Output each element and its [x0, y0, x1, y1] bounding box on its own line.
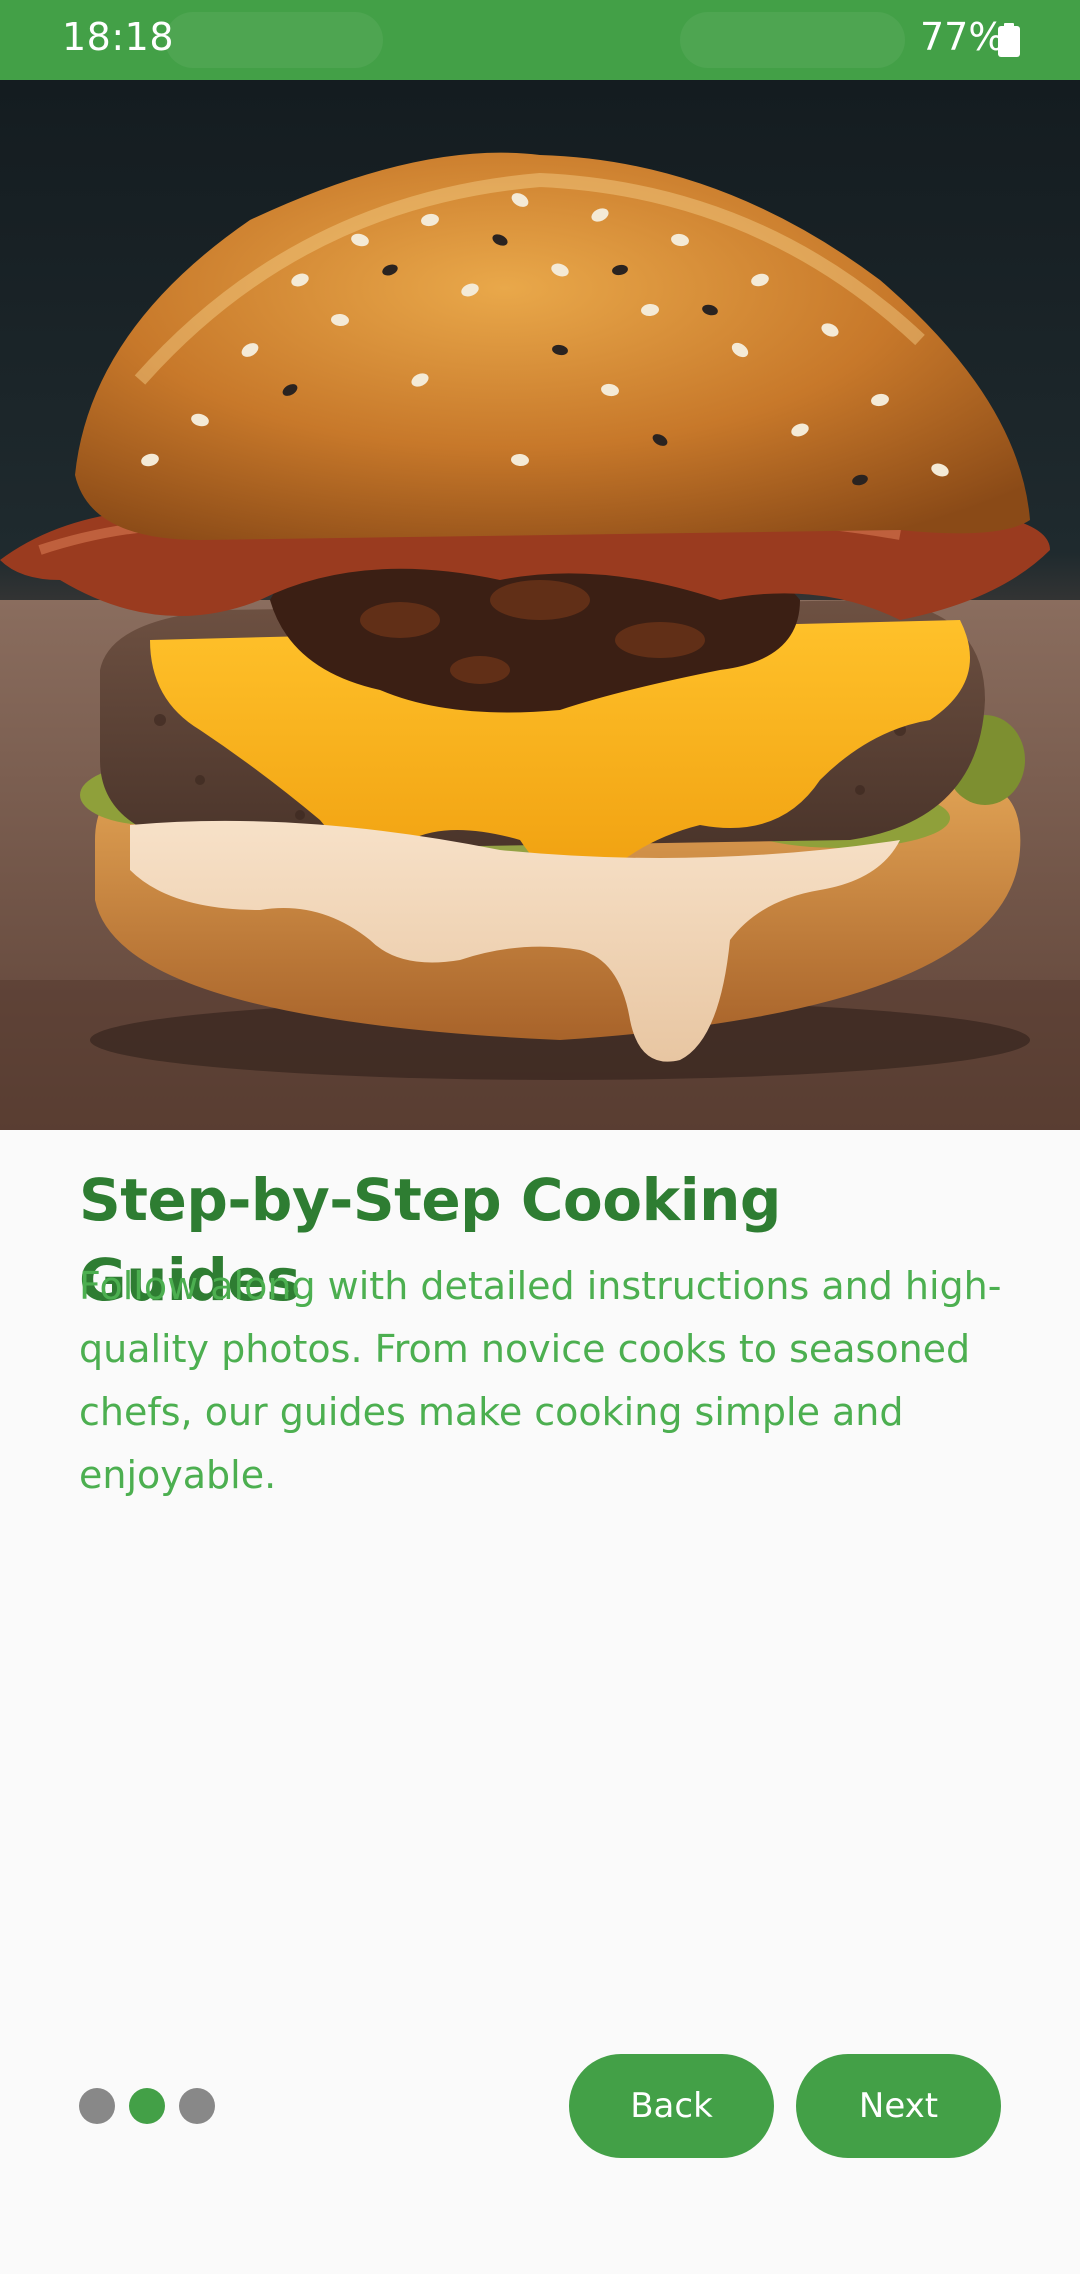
- status-bar: 18:18 77%: [0, 0, 1080, 80]
- page-indicator: [79, 2088, 215, 2124]
- burger-photo-icon: [0, 80, 1080, 1130]
- hero-image: [0, 80, 1080, 1130]
- page-description: Follow along with detailed instructions …: [79, 1264, 1002, 1497]
- page-dot-2-active: [129, 2088, 165, 2124]
- status-bar-cutout-left: [165, 12, 383, 68]
- onboarding-screen: 18:18 77% Step-by-Step Cooking Guides Fo…: [0, 0, 1080, 2274]
- battery-percentage: 77%: [920, 15, 1005, 59]
- status-bar-cutout-right: [680, 12, 905, 68]
- back-button[interactable]: Back: [569, 2054, 774, 2158]
- battery-icon: [998, 23, 1020, 57]
- page-dot-3: [179, 2088, 215, 2124]
- next-button[interactable]: Next: [796, 2054, 1001, 2158]
- status-time: 18:18: [62, 15, 175, 59]
- page-dot-1: [79, 2088, 115, 2124]
